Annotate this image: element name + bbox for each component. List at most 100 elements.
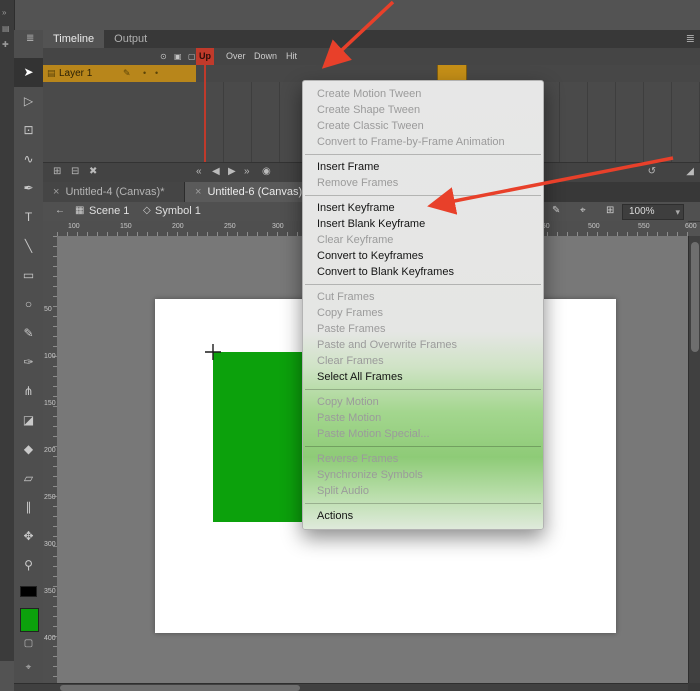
vertical-scrollbar-thumb[interactable] xyxy=(691,242,699,352)
layer-edit-pencil-icon: ✎ xyxy=(123,65,131,82)
fill-color-swatch[interactable] xyxy=(20,608,39,632)
subselection-tool-icon[interactable]: ▷ xyxy=(14,87,43,116)
new-folder-icon[interactable]: ⊟ xyxy=(71,166,79,177)
layer-name[interactable]: Layer 1 xyxy=(59,65,92,82)
pencil-tool-icon[interactable]: ✎ xyxy=(14,319,43,348)
eraser-tool-icon[interactable]: ▱ xyxy=(14,464,43,493)
v-ruler-label-250: 250 xyxy=(44,494,56,501)
v-ruler-label-100: 100 xyxy=(44,353,56,360)
menu-separator xyxy=(305,503,541,504)
width-tool-icon[interactable]: ∥ xyxy=(14,493,43,522)
eyedropper-tool-icon[interactable]: ◆ xyxy=(14,435,43,464)
layer-name-cell[interactable]: ▤ Layer 1 ✎ • • xyxy=(43,65,196,82)
create-shape-tween-menu-item: Create Shape Tween xyxy=(303,102,543,118)
v-ruler-label-150: 150 xyxy=(44,400,56,407)
line-tool-icon[interactable]: ╲ xyxy=(14,232,43,261)
frame-label-over[interactable]: Over xyxy=(226,48,246,65)
paste-motion-menu-item: Paste Motion xyxy=(303,410,543,426)
bone-tool-icon[interactable]: ⋔ xyxy=(14,377,43,406)
frame-label-down[interactable]: Down xyxy=(254,48,277,65)
menu-separator xyxy=(305,446,541,447)
symbol-icon: ◇ xyxy=(143,205,151,216)
actions-menu-item[interactable]: Actions xyxy=(303,508,543,524)
selection-tool-icon[interactable]: ➤ xyxy=(14,58,43,87)
new-layer-icon[interactable]: ⊞ xyxy=(53,166,61,177)
h-ruler-label-300: 300 xyxy=(272,223,284,230)
delete-layer-icon[interactable]: ✖ xyxy=(89,166,97,177)
first-frame-icon[interactable]: « xyxy=(196,166,202,177)
lock-layers-icon[interactable]: ▣ xyxy=(174,52,182,61)
insert-blank-keyframe-menu-item[interactable]: Insert Blank Keyframe xyxy=(303,216,543,232)
frame-label-up[interactable]: Up xyxy=(196,48,214,65)
brush-tool-icon[interactable]: ✑ xyxy=(14,348,43,377)
green-rectangle[interactable] xyxy=(213,352,311,522)
last-frame-icon[interactable]: » xyxy=(244,166,250,177)
dock-toggle-icon[interactable]: » xyxy=(2,8,6,17)
h-ruler-label-150: 150 xyxy=(120,223,132,230)
clear-keyframe-menu-item: Clear Keyframe xyxy=(303,232,543,248)
play-icon[interactable]: ▶ xyxy=(228,166,236,177)
hand-tool-icon[interactable]: ✥ xyxy=(14,522,43,551)
symbol-breadcrumb[interactable]: Symbol 1 xyxy=(155,205,201,217)
free-transform-tool-icon[interactable]: ⊡ xyxy=(14,116,43,145)
convert-to-keyframes-menu-item[interactable]: Convert to Keyframes xyxy=(303,248,543,264)
close-tab-icon[interactable]: × xyxy=(195,182,201,202)
v-ruler-label-300: 300 xyxy=(44,541,56,548)
insert-frame-menu-item[interactable]: Insert Frame xyxy=(303,159,543,175)
paste-and-overwrite-frames-menu-item: Paste and Overwrite Frames xyxy=(303,337,543,353)
back-arrow-icon[interactable]: ← xyxy=(55,205,65,216)
h-ruler-label-250: 250 xyxy=(224,223,236,230)
text-tool-icon[interactable]: T xyxy=(14,203,43,232)
menu-separator xyxy=(305,154,541,155)
dock-panel-icon-2[interactable]: ✚ xyxy=(2,40,9,49)
horizontal-scrollbar-thumb[interactable] xyxy=(60,685,300,691)
frame-label-hit[interactable]: Hit xyxy=(286,48,297,65)
stroke-color-swatch[interactable] xyxy=(20,586,37,597)
playhead-line[interactable] xyxy=(204,64,206,162)
convert-to-blank-keyframes-menu-item[interactable]: Convert to Blank Keyframes xyxy=(303,264,543,280)
prev-frame-icon[interactable]: ◀ xyxy=(212,166,220,177)
scene-breadcrumb[interactable]: Scene 1 xyxy=(89,205,129,217)
document-tab-untitled-4[interactable]: × Untitled-4 (Canvas)* xyxy=(43,182,185,202)
scene-icon: ▦ xyxy=(75,205,84,216)
menu-separator xyxy=(305,389,541,390)
dock-panel-icon[interactable]: ▤ xyxy=(2,24,10,33)
convert-to-frame-by-frame-animation-menu-item: Convert to Frame-by-Frame Animation xyxy=(303,134,543,150)
center-frame-icon[interactable]: ⌖ xyxy=(580,205,586,216)
clear-frames-menu-item: Clear Frames xyxy=(303,353,543,369)
frame-context-menu: Create Motion TweenCreate Shape TweenCre… xyxy=(302,80,544,530)
zoom-level-select[interactable]: 100% ▾ xyxy=(622,204,684,220)
v-ruler-label-400: 400 xyxy=(44,635,56,642)
clip-bounds-icon[interactable]: ⊞ xyxy=(606,205,614,216)
toolbar-menu-icon[interactable]: ≣ xyxy=(26,33,34,44)
oval-tool-icon[interactable]: ○ xyxy=(14,290,43,319)
tab-output[interactable]: Output xyxy=(104,30,157,48)
show-hide-layers-icon[interactable]: ⊙ xyxy=(160,52,167,61)
chevron-down-icon: ▾ xyxy=(675,205,680,219)
h-ruler-label-100: 100 xyxy=(68,223,80,230)
rectangle-tool-icon[interactable]: ▭ xyxy=(14,261,43,290)
timeline-panel-menu-icon[interactable]: ≣ xyxy=(686,32,695,45)
vertical-scrollbar[interactable] xyxy=(688,236,700,683)
close-tab-icon[interactable]: × xyxy=(53,182,59,202)
lasso-tool-icon[interactable]: ∿ xyxy=(14,145,43,174)
remove-frames-menu-item: Remove Frames xyxy=(303,175,543,191)
layer-visibility-dot-icon[interactable]: • xyxy=(143,65,146,82)
select-all-frames-menu-item[interactable]: Select All Frames xyxy=(303,369,543,385)
pen-tool-icon[interactable]: ✒ xyxy=(14,174,43,203)
onion-skin-icon[interactable]: ◉ xyxy=(262,166,271,177)
document-tab-label: Untitled-4 (Canvas)* xyxy=(65,182,164,202)
edit-symbols-icon[interactable]: ✎ xyxy=(552,205,560,216)
insert-keyframe-menu-item[interactable]: Insert Keyframe xyxy=(303,200,543,216)
outline-layers-icon[interactable]: ▢ xyxy=(188,52,196,61)
horizontal-scrollbar[interactable] xyxy=(14,683,688,691)
loop-icon[interactable]: ↺ xyxy=(648,166,656,177)
paint-bucket-tool-icon[interactable]: ◪ xyxy=(14,406,43,435)
layer-lock-dot-icon[interactable]: • xyxy=(155,65,158,82)
tab-timeline[interactable]: Timeline xyxy=(43,30,104,48)
zoom-tool-icon[interactable]: ⚲ xyxy=(14,551,43,580)
default-colors-icon[interactable]: ▢ xyxy=(14,638,43,649)
timeline-zoom-grip-icon[interactable]: ◢ xyxy=(686,166,694,177)
swap-colors-icon[interactable]: ⌖ xyxy=(14,662,43,673)
vertical-ruler: 50100150200250300350400 xyxy=(43,236,58,683)
